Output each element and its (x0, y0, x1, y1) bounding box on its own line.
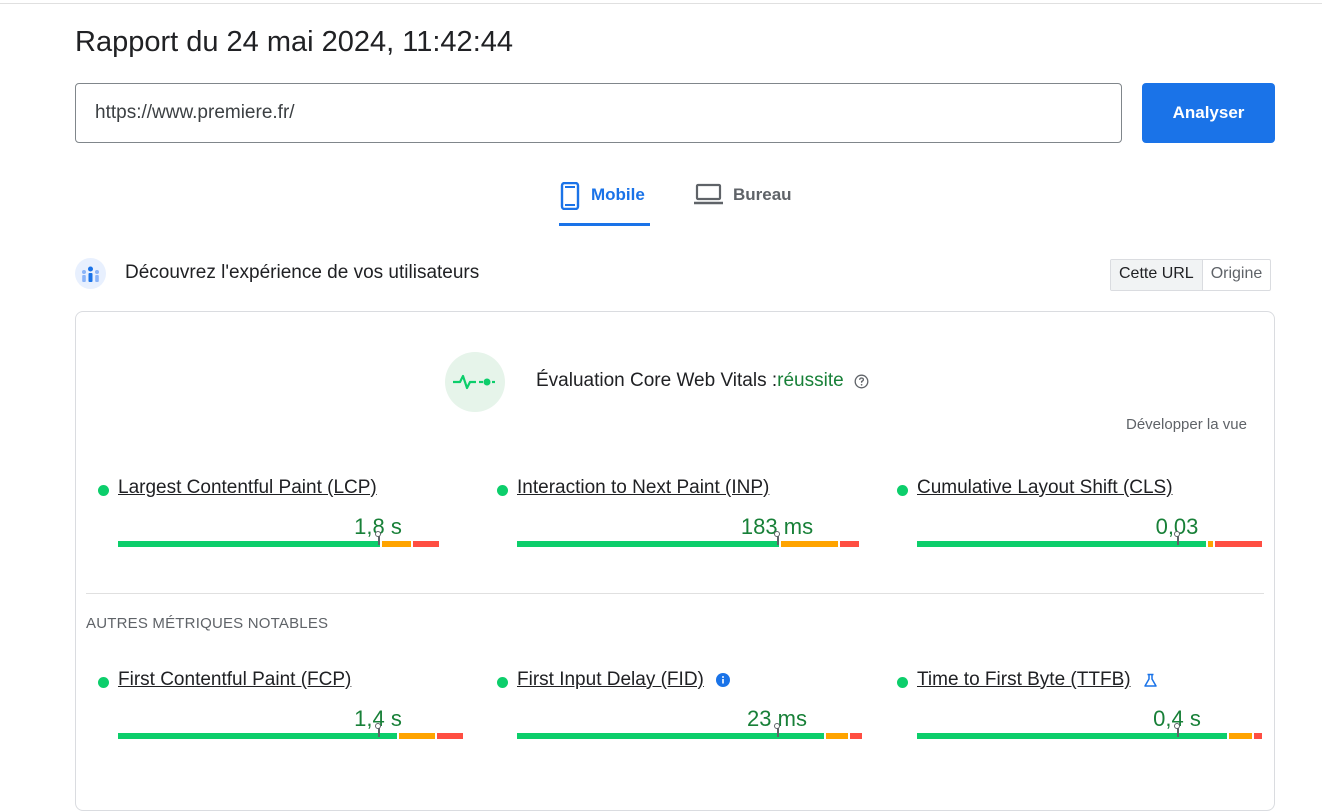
p75-marker (375, 723, 382, 737)
vitals-pulse-icon (445, 352, 505, 412)
metric-ttfb: Time to First Byte (TTFB) 0,4 s (897, 669, 1264, 759)
bar-segment-needs-improvement (1229, 733, 1252, 739)
p75-marker (774, 531, 781, 545)
cwv-assessment-label: Évaluation Core Web Vitals : (536, 370, 778, 391)
metric-fid: First Input Delay (FID) 23 ms (497, 669, 864, 759)
bar-segment-good (517, 541, 779, 547)
url-input[interactable] (75, 83, 1122, 143)
metric-name-link[interactable]: First Input Delay (FID) (517, 669, 730, 691)
bar-segment-good (118, 541, 380, 547)
distribution-bar (118, 733, 465, 739)
bar-segment-poor (1253, 733, 1262, 739)
bar-segment-good (917, 541, 1207, 547)
analyse-button[interactable]: Analyser (1142, 83, 1275, 143)
bar-segment-needs-improvement (381, 541, 411, 547)
tab-desktop[interactable]: Bureau (694, 180, 792, 226)
page-title: Rapport du 24 mai 2024, 11:42:44 (75, 26, 514, 58)
p75-marker (1174, 531, 1181, 545)
metric-fcp: First Contentful Paint (FCP) 1,4 s (98, 669, 465, 759)
section-title: Découvrez l'expérience de vos utilisateu… (125, 262, 480, 283)
distribution-bar (917, 733, 1264, 739)
scope-origin[interactable]: Origine (1203, 260, 1271, 290)
top-divider (0, 3, 1322, 4)
tab-mobile-label: Mobile (591, 185, 645, 204)
bar-segment-poor (1215, 541, 1262, 547)
metric-cls: Cumulative Layout Shift (CLS) 0,03 (897, 477, 1264, 567)
info-icon[interactable] (715, 673, 730, 687)
bar-segment-needs-improvement (825, 733, 849, 739)
bar-segment-poor (839, 541, 859, 547)
status-good-dot (897, 677, 908, 688)
other-metrics-heading: AUTRES MÉTRIQUES NOTABLES (86, 615, 329, 632)
metric-name-link[interactable]: Largest Contentful Paint (LCP) (118, 477, 377, 499)
metric-name-text: First Input Delay (FID) (517, 669, 704, 690)
scope-toggle: Cette URL Origine (1110, 259, 1272, 291)
tab-mobile[interactable]: Mobile (559, 180, 650, 226)
bar-segment-poor (437, 733, 463, 739)
status-good-dot (98, 677, 109, 688)
crux-users-icon (75, 258, 106, 289)
bar-segment-poor (412, 541, 439, 547)
p75-marker (1174, 723, 1181, 737)
cwv-assessment-result: réussite (777, 370, 844, 391)
metric-name-link[interactable]: Interaction to Next Paint (INP) (517, 477, 769, 499)
metric-name-text: Time to First Byte (TTFB) (917, 669, 1131, 690)
metric-lcp: Largest Contentful Paint (LCP) 1,8 s (98, 477, 465, 567)
bar-segment-poor (850, 733, 862, 739)
status-good-dot (497, 485, 508, 496)
metric-name-link[interactable]: Time to First Byte (TTFB) (917, 669, 1158, 691)
distribution-bar (917, 541, 1264, 547)
status-good-dot (497, 677, 508, 688)
cwv-assessment: Évaluation Core Web Vitals : réussite (536, 370, 869, 392)
metric-inp: Interaction to Next Paint (INP) 183 ms (497, 477, 864, 567)
tab-desktop-label: Bureau (733, 185, 792, 204)
metric-name-link[interactable]: First Contentful Paint (FCP) (118, 669, 351, 691)
p75-marker (375, 531, 382, 545)
status-good-dot (98, 485, 109, 496)
scope-this-url[interactable]: Cette URL (1111, 260, 1203, 290)
distribution-bar (517, 541, 864, 547)
bar-segment-good (917, 733, 1228, 739)
p75-marker (774, 723, 781, 737)
distribution-bar (517, 733, 864, 739)
bar-segment-needs-improvement (1208, 541, 1214, 547)
help-icon[interactable] (854, 374, 869, 389)
bar-segment-good (118, 733, 398, 739)
phone-icon (559, 180, 581, 215)
lab-flask-icon[interactable] (1143, 673, 1158, 688)
bar-segment-needs-improvement (780, 541, 838, 547)
bar-segment-needs-improvement (399, 733, 436, 739)
expand-view-link[interactable]: Développer la vue (1126, 416, 1247, 433)
section-divider (86, 593, 1264, 594)
distribution-bar (118, 541, 465, 547)
laptop-icon (694, 180, 723, 211)
metric-name-link[interactable]: Cumulative Layout Shift (CLS) (917, 477, 1173, 499)
status-good-dot (897, 485, 908, 496)
